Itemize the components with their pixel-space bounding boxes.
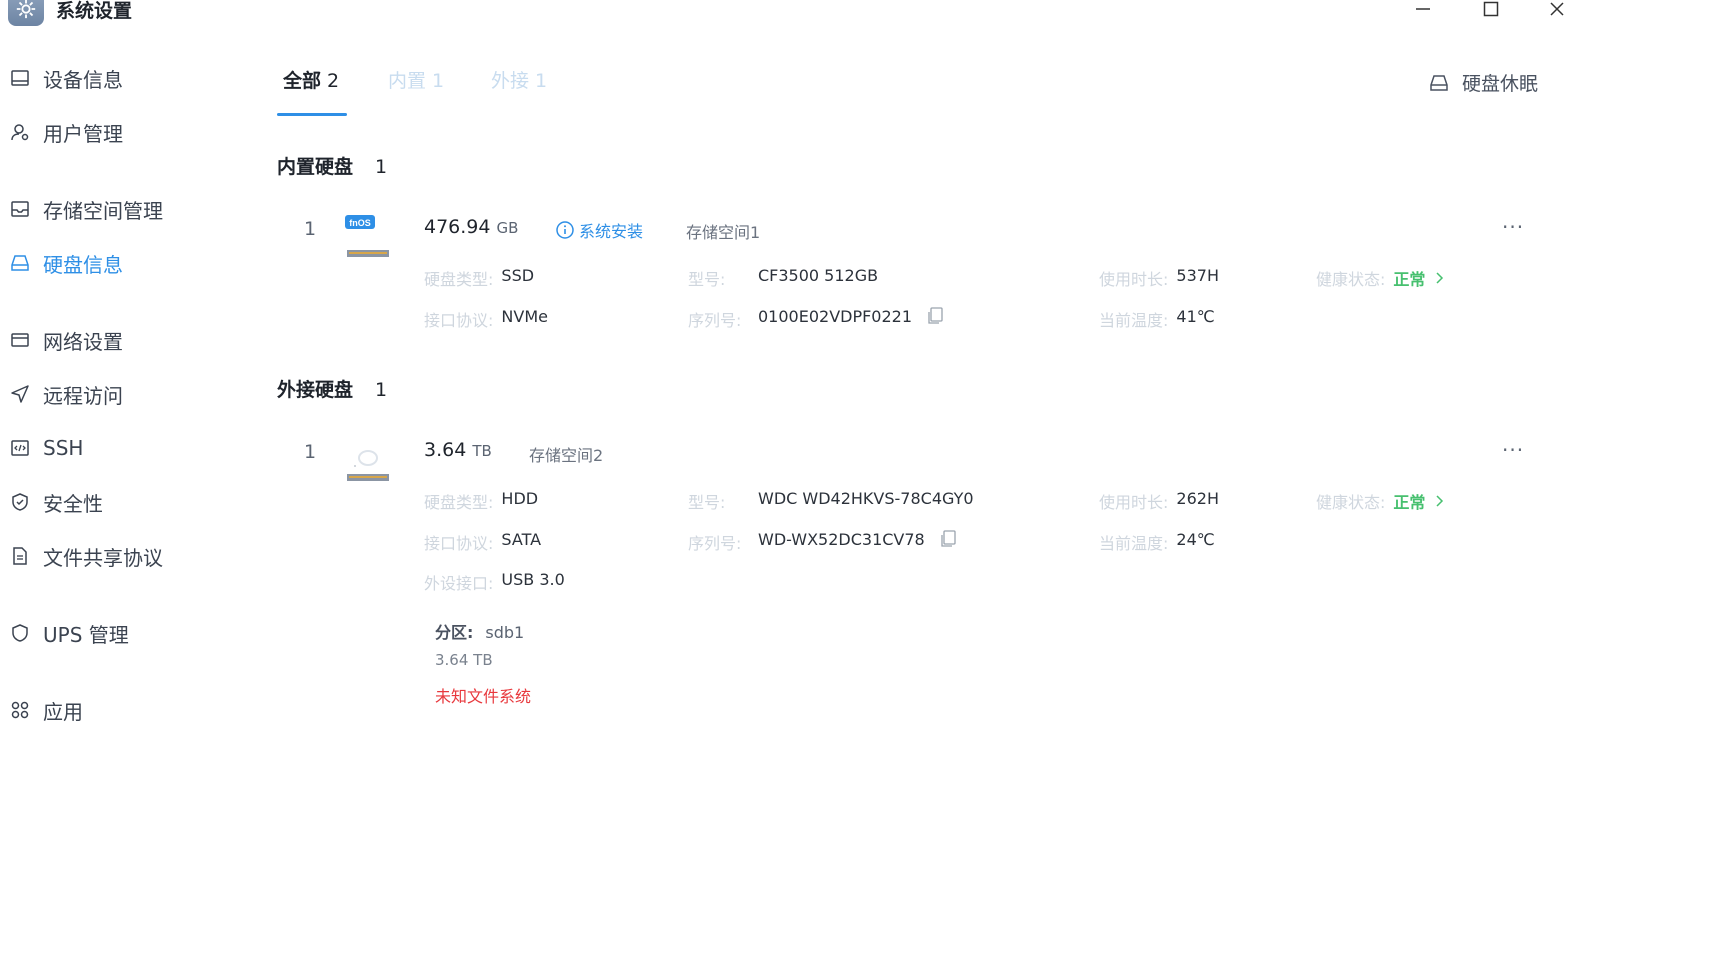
partition-size: 3.64 TB <box>435 651 493 669</box>
disk-index: 1 <box>304 218 317 240</box>
sidebar-item-label: 存储空间管理 <box>43 198 163 223</box>
code-window-icon <box>10 438 30 458</box>
sidebar-item-label: 硬盘信息 <box>43 252 123 277</box>
gear-icon <box>16 0 36 19</box>
inbox-icon <box>10 199 30 219</box>
active-tab-indicator <box>277 113 347 116</box>
internal-disks-title: 内置硬盘 1 <box>277 156 388 178</box>
sidebar-item-label: 应用 <box>43 699 83 724</box>
disk-type: 硬盘类型: HDD <box>424 489 539 512</box>
sidebar-item-users[interactable]: 用户管理 <box>10 117 123 147</box>
ssd-image: fnOS <box>342 212 394 260</box>
copy-icon[interactable] <box>926 307 944 331</box>
close-button[interactable] <box>1542 0 1572 24</box>
sidebar-item-apps[interactable]: 应用 <box>10 695 83 725</box>
disk-type: 硬盘类型: SSD <box>424 266 535 289</box>
maximize-icon <box>1483 1 1499 17</box>
disk-serial: 序列号: 0100E02VDPF0221 <box>688 307 944 331</box>
sidebar-item-file-sharing[interactable]: 文件共享协议 <box>10 541 163 571</box>
disk-health[interactable]: 健康状态: 正常 <box>1316 266 1445 290</box>
storage-pool-name: 存储空间1 <box>686 223 761 242</box>
disk-usage-hours: 使用时长: 262H <box>1099 489 1219 512</box>
window-title: 系统设置 <box>56 0 133 22</box>
sidebar-item-label: 远程访问 <box>43 383 123 408</box>
user-gear-icon <box>10 122 30 142</box>
sidebar-item-security[interactable]: 安全性 <box>10 487 103 517</box>
copy-icon[interactable] <box>939 530 957 554</box>
sidebar-item-label: 设备信息 <box>43 67 123 92</box>
disk-sleep-button[interactable]: 硬盘休眠 <box>1430 69 1538 96</box>
disk-interface: 接口协议: SATA <box>424 530 542 553</box>
hard-disk-icon <box>1430 73 1450 93</box>
sidebar-item-label: 安全性 <box>43 491 103 516</box>
sidebar-item-device-info[interactable]: 设备信息 <box>10 63 123 93</box>
close-icon <box>1550 2 1564 16</box>
sidebar-item-label: 网络设置 <box>43 329 123 354</box>
tab-all[interactable]: 全部 2 <box>283 66 339 93</box>
sidebar-item-ssh[interactable]: SSH <box>10 433 83 463</box>
network-card-icon <box>10 330 30 350</box>
apps-grid-icon <box>10 700 30 720</box>
sidebar-item-remote-access[interactable]: 远程访问 <box>10 379 123 409</box>
minimize-icon <box>1416 8 1430 10</box>
send-icon <box>10 384 30 404</box>
document-icon <box>10 546 30 566</box>
disk-serial: 序列号: WD-WX52DC31CV78 <box>688 530 957 554</box>
disk-capacity: 3.64 TB <box>424 439 492 461</box>
disk-usage-hours: 使用时长: 537H <box>1099 266 1219 289</box>
partition-filesystem-status: 未知文件系统 <box>435 687 532 706</box>
tab-external[interactable]: 外接 1 <box>491 66 547 93</box>
sidebar-item-storage[interactable]: 存储空间管理 <box>10 194 163 224</box>
monitor-icon <box>10 68 30 88</box>
sidebar-item-label: 用户管理 <box>43 121 123 146</box>
more-options-button[interactable]: ··· <box>1502 438 1524 462</box>
fnos-badge-text: fnOS <box>349 218 371 228</box>
chevron-right-icon <box>1435 489 1445 513</box>
sidebar-item-label: UPS 管理 <box>43 622 129 647</box>
system-install-tag[interactable]: 系统安装 <box>556 218 643 242</box>
disk-model: 型号: WDC WD42HKVS-78C4GY0 <box>688 489 974 512</box>
hdd-image <box>342 436 394 484</box>
disk-external-port: 外设接口: USB 3.0 <box>424 570 565 593</box>
hard-disk-icon <box>10 253 30 273</box>
partition-name: 分区: sdb1 <box>435 623 525 642</box>
storage-pool-name: 存储空间2 <box>529 446 604 465</box>
disk-capacity: 476.94 GB <box>424 216 519 238</box>
app-icon <box>8 0 44 26</box>
disk-model: 型号: CF3500 512GB <box>688 266 879 289</box>
minimize-button[interactable] <box>1408 0 1438 24</box>
shield-check-icon <box>10 492 30 512</box>
sidebar-item-ups[interactable]: UPS 管理 <box>10 618 129 648</box>
sidebar-item-label: 文件共享协议 <box>43 545 163 570</box>
tab-internal[interactable]: 内置 1 <box>388 66 444 93</box>
maximize-button[interactable] <box>1476 0 1506 24</box>
chevron-right-icon <box>1435 266 1445 290</box>
shield-icon <box>10 623 30 643</box>
external-disks-title: 外接硬盘 1 <box>277 379 388 401</box>
disk-interface: 接口协议: NVMe <box>424 307 548 330</box>
more-options-button[interactable]: ··· <box>1502 215 1524 239</box>
disk-health[interactable]: 健康状态: 正常 <box>1316 489 1445 513</box>
disk-index: 1 <box>304 441 317 463</box>
disk-temperature: 当前温度: 24℃ <box>1099 530 1215 553</box>
sidebar-item-disk-info[interactable]: 硬盘信息 <box>10 248 123 278</box>
disk-temperature: 当前温度: 41℃ <box>1099 307 1215 330</box>
info-icon <box>556 221 574 239</box>
sidebar-item-label: SSH <box>43 436 84 460</box>
sidebar-item-network[interactable]: 网络设置 <box>10 325 123 355</box>
